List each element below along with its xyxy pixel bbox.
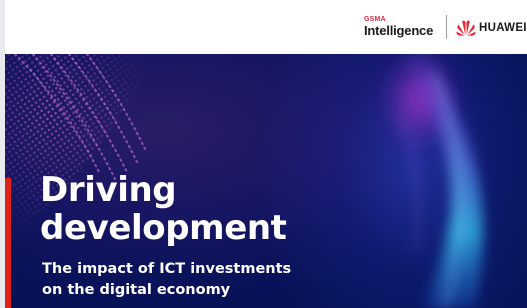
accent-red-bar bbox=[5, 178, 11, 308]
logo-divider bbox=[446, 15, 447, 39]
cover-title-line: Driving bbox=[40, 170, 177, 210]
report-cover: GSMA Intelligence HUAWEI Driving develop… bbox=[5, 0, 527, 308]
cover-subtitle-line: on the digital economy bbox=[42, 282, 231, 298]
cover-subtitle: The impact of ICT investments on the dig… bbox=[42, 259, 291, 301]
cover-header: GSMA Intelligence HUAWEI bbox=[5, 0, 527, 54]
huawei-flower-icon bbox=[456, 20, 476, 36]
hero-banner: Driving development The impact of ICT in… bbox=[5, 54, 527, 308]
cover-subtitle-line: The impact of ICT investments bbox=[42, 261, 292, 277]
cover-title-line: development bbox=[40, 208, 287, 248]
cover-title: Driving development bbox=[40, 171, 287, 247]
huawei-wordmark: HUAWEI bbox=[479, 22, 527, 34]
intelligence-wordmark: Intelligence bbox=[364, 23, 434, 38]
